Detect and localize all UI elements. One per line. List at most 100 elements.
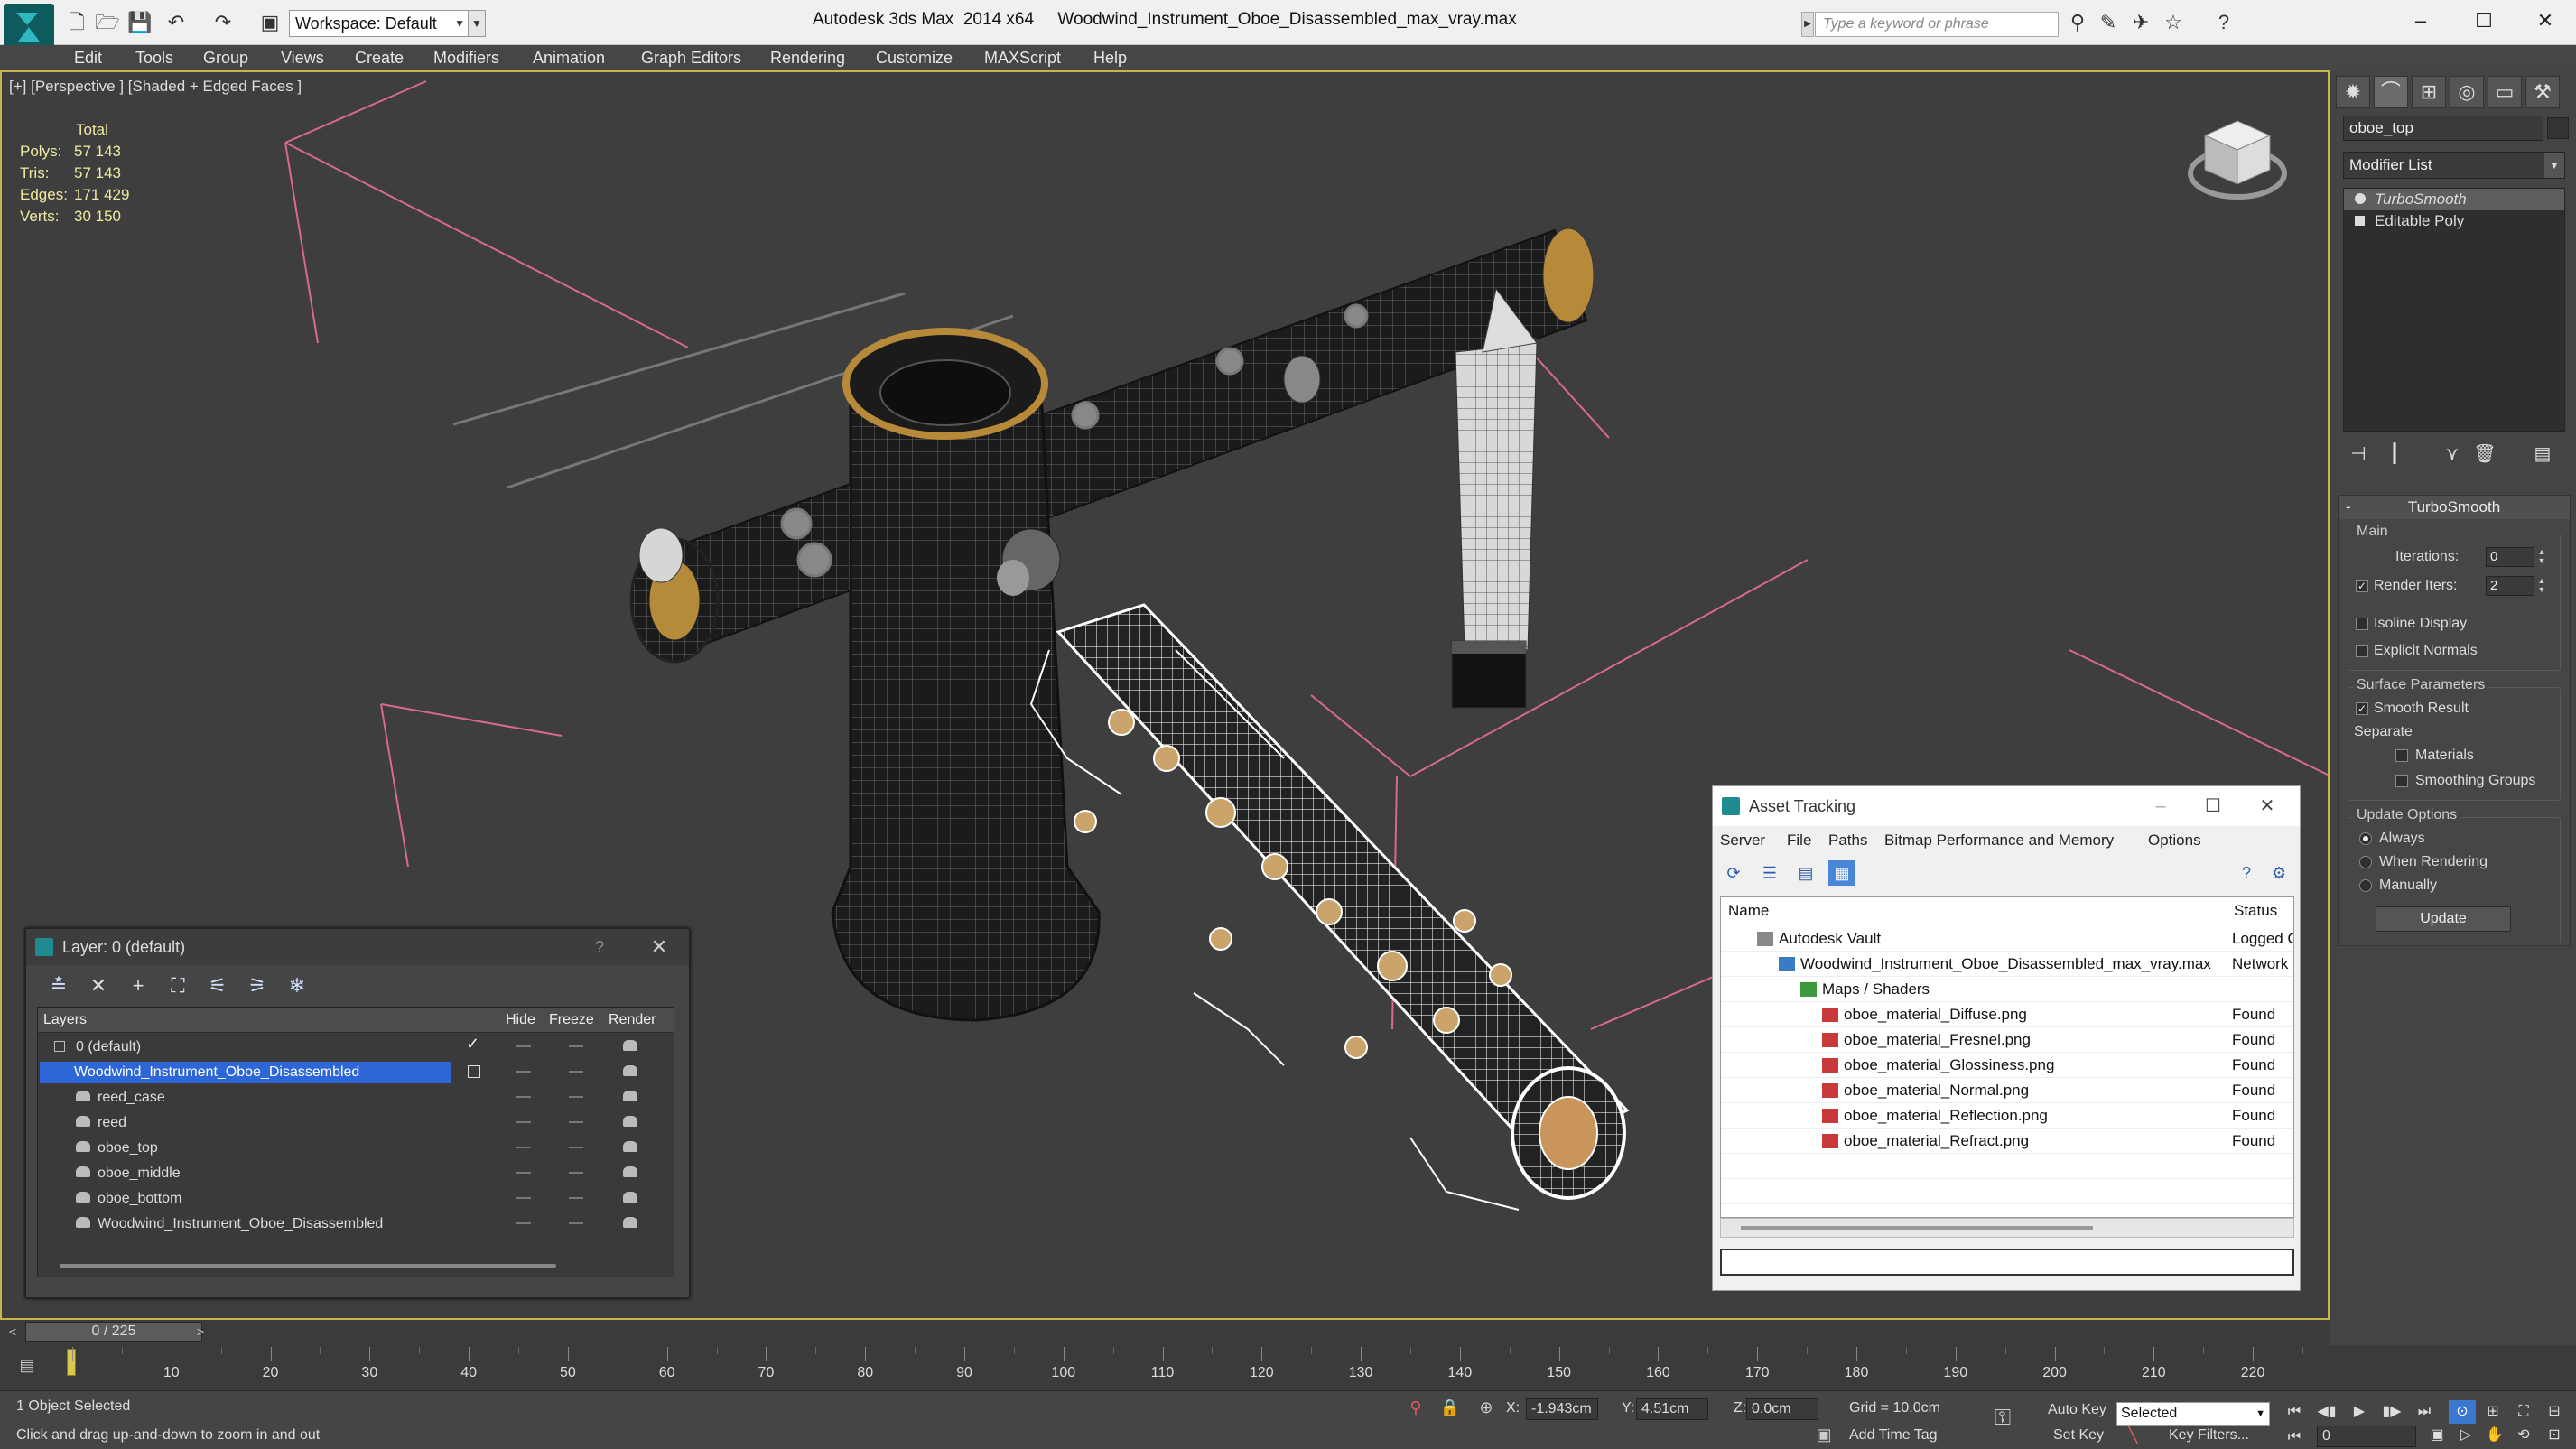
search-input[interactable]: Type a keyword or phrase [1815,12,2059,37]
spinner-arrows-icon[interactable]: ▲ ▼ [2536,576,2547,596]
grid-view-icon[interactable]: ▦ [1828,860,1855,886]
explicit-normals-checkbox[interactable] [2356,645,2368,657]
hide-toggle[interactable] [516,1071,531,1073]
hide-toggle[interactable] [516,1222,531,1224]
column-name[interactable]: Name [1728,902,1769,920]
column-status[interactable]: Status [2234,902,2277,920]
always-radio[interactable] [2359,832,2372,845]
refresh-icon[interactable]: ⟳ [1720,860,1747,886]
render-teapot-icon[interactable] [623,1141,637,1152]
pin-stack-icon[interactable]: ⊣ [2343,441,2374,468]
close-icon[interactable]: ✕ [646,929,673,965]
previous-key-icon[interactable]: ◀▮ [2313,1400,2340,1424]
modifier-list-dropdown[interactable]: Modifier List ▼ [2343,152,2565,179]
menu-help[interactable]: Help [1093,45,1127,70]
add-time-tag-icon[interactable]: ▣ [1813,1424,1835,1445]
render-teapot-icon[interactable] [623,1065,637,1076]
layer-row[interactable]: oboe_middle [38,1161,674,1186]
maximize-icon[interactable]: ☐ [2195,786,2231,826]
isoline-display-checkbox[interactable] [2356,618,2368,630]
time-slider[interactable]: 0 / 225 [25,1322,202,1342]
isolate-selection-icon[interactable]: ⚲ [1405,1397,1427,1418]
hide-toggle[interactable] [516,1096,531,1098]
set-current-layer-checkbox[interactable] [468,1065,480,1078]
asset-row[interactable]: Woodwind_Instrument_Oboe_Disassembled_ma… [1721,952,2293,977]
orbit-icon[interactable]: ⟲ [2510,1424,2537,1447]
hide-toggle[interactable] [516,1197,531,1199]
configure-sets-icon[interactable]: ▤ [2527,441,2558,468]
column-render[interactable]: Render [609,1012,656,1028]
transform-mode-icon[interactable]: ⊕ [1475,1397,1497,1418]
go-to-end-icon[interactable]: ⏭ [2411,1400,2438,1424]
rollout-header[interactable]: - TurboSmooth [2339,496,2570,519]
menu-group[interactable]: Group [203,45,248,70]
z-coordinate-field[interactable]: 0.0cm [1746,1398,1818,1420]
next-key-icon[interactable]: ▮▶ [2378,1400,2405,1424]
set-key-button[interactable]: Set Key [2053,1427,2104,1444]
object-name-field[interactable]: oboe_top [2343,116,2543,141]
hide-toggle[interactable] [516,1045,531,1047]
project-icon[interactable]: ▣ [256,11,284,34]
render-teapot-icon[interactable] [623,1217,637,1228]
subscription-icon[interactable]: ✎ [2095,11,2122,34]
select-in-layer-icon[interactable]: ⛶ [160,971,196,1001]
menu-customize[interactable]: Customize [876,45,953,70]
iterations-spinner[interactable]: 0 [2486,547,2534,567]
create-tab-icon[interactable]: ✹ [2336,76,2370,108]
close-icon[interactable]: ✕ [2249,786,2285,826]
current-frame-field[interactable]: 0 [2317,1426,2416,1447]
asset-menu-paths[interactable]: Paths [1828,831,1867,850]
go-to-start-icon[interactable]: ⏮ [2281,1400,2308,1424]
when-rendering-radio[interactable] [2359,856,2372,868]
zoom-extents-icon[interactable]: ⛶ [2510,1400,2537,1424]
asset-row[interactable]: oboe_material_Diffuse.png Found [1721,1002,2293,1027]
help-icon[interactable]: ? [2210,11,2237,34]
freeze-toggle[interactable] [569,1222,583,1224]
column-layers[interactable]: Layers [43,1012,87,1028]
menu-edit[interactable]: Edit [74,45,102,70]
utilities-tab-icon[interactable]: ⚒ [2525,76,2560,108]
spinner-arrows-icon[interactable]: ▲ ▼ [2536,547,2547,567]
viewport-label[interactable]: [+] [Perspective ] [Shaded + Edged Faces… [9,78,302,96]
asset-window-titlebar[interactable]: Asset Tracking – ☐ ✕ [1713,786,2300,826]
workspace-select[interactable]: Workspace: Default ▼ [289,10,470,37]
asset-row[interactable]: oboe_material_Glossiness.png Found [1721,1053,2293,1078]
viewcube-icon[interactable] [2183,108,2292,208]
display-tab-icon[interactable]: ▭ [2488,76,2522,108]
freeze-toggle[interactable] [569,1071,583,1073]
open-file-icon[interactable]: 🗁 [94,11,121,34]
track-bar[interactable]: ▤ 10 20 30 40 50 60 70 80 90 100 110 120 130 140 150 16… [0,1345,2576,1390]
freeze-toggle[interactable] [569,1147,583,1148]
key-icon[interactable]: ⚿ [1992,1407,2013,1429]
layer-name[interactable]: oboe_bottom [94,1188,181,1210]
current-frame-marker[interactable] [67,1349,76,1376]
layer-row[interactable]: reed_case [38,1085,674,1110]
undo-icon[interactable]: ↶ [163,11,190,34]
menu-create[interactable]: Create [355,45,404,70]
layer-name[interactable]: reed [94,1112,126,1134]
delete-layer-icon[interactable]: ✕ [80,971,116,1001]
hide-toggle[interactable] [516,1147,531,1148]
pan-icon[interactable]: ✋ [2481,1424,2508,1447]
remove-modifier-icon[interactable]: 🗑 [2469,441,2500,468]
hide-toggle[interactable] [516,1172,531,1174]
render-teapot-icon[interactable] [623,1192,637,1203]
help-icon[interactable]: ? [2233,860,2260,886]
materials-checkbox[interactable] [2395,749,2408,762]
asset-row[interactable]: oboe_material_Refract.png Found [1721,1129,2293,1154]
layer-name[interactable]: reed_case [94,1087,165,1109]
layer-name[interactable]: Woodwind_Instrument_Oboe_Disassembled [40,1062,451,1083]
zoom-extents-all-icon[interactable]: ⊟ [2541,1400,2568,1424]
layer-row[interactable]: Woodwind_Instrument_Oboe_Disassembled [38,1060,674,1085]
layer-row[interactable]: 0 (default) ✓ [38,1035,674,1060]
render-teapot-icon[interactable] [623,1116,637,1127]
lock-selection-icon[interactable]: 🔒 [1439,1397,1461,1418]
add-time-tag[interactable]: Add Time Tag [1849,1427,1938,1444]
asset-menu-file[interactable]: File [1787,831,1811,850]
add-to-layer-icon[interactable]: + [120,971,156,1001]
layer-row[interactable]: oboe_bottom [38,1186,674,1212]
minimize-icon[interactable]: – [2143,786,2179,826]
asset-row[interactable]: oboe_material_Reflection.png Found [1721,1103,2293,1129]
key-mode-icon[interactable]: ╲ [2122,1424,2144,1445]
manually-radio[interactable] [2359,879,2372,892]
